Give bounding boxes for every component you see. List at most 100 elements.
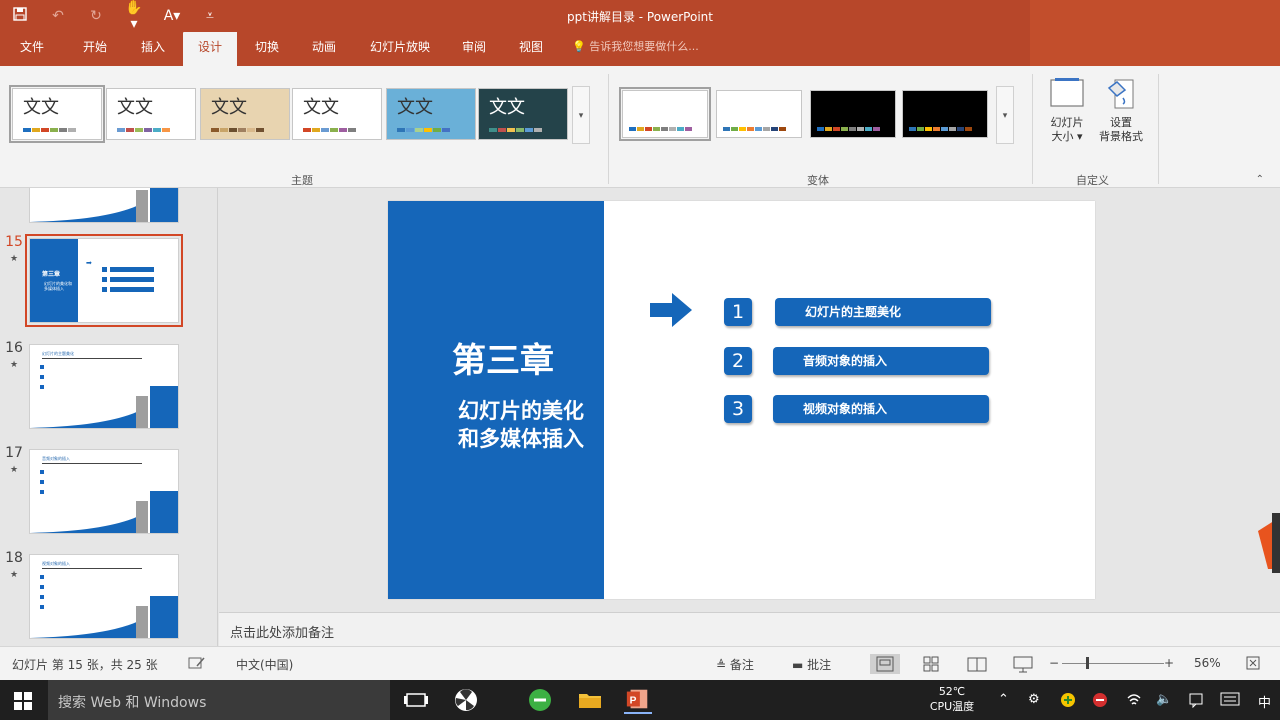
theme-thumbnail-2[interactable]: 文文 xyxy=(106,88,196,140)
variants-more-button[interactable]: ▾ xyxy=(996,86,1014,144)
tab-review[interactable]: 审阅 xyxy=(450,32,498,66)
notes-label: 备注 xyxy=(729,658,754,672)
fit-to-window-icon[interactable] xyxy=(1246,656,1260,673)
status-bar: 幻灯片 第 15 张，共 25 张 中文(中国) ≜ 备注 ▬ 批注 − + 5… xyxy=(0,646,1280,680)
tab-home[interactable]: 开始 xyxy=(70,32,120,66)
thumbnail-agenda-row xyxy=(102,261,158,272)
slide-thumbnail-16[interactable]: 幻灯片的主题美化 xyxy=(29,344,179,429)
language-indicator[interactable]: 中文(中国) xyxy=(236,656,293,673)
theme-thumbnail-1[interactable]: 文文 xyxy=(9,85,105,143)
browser-icon[interactable] xyxy=(526,686,554,714)
tab-insert[interactable]: 插入 xyxy=(128,32,178,66)
format-background-button[interactable]: 设置 背景格式 xyxy=(1096,78,1146,144)
tray-security-icon[interactable] xyxy=(1060,692,1076,712)
floating-assistant-icon[interactable] xyxy=(1250,513,1280,573)
reading-view-icon[interactable] xyxy=(962,654,992,674)
variant-thumbnail-3[interactable] xyxy=(810,90,896,138)
action-center-icon[interactable] xyxy=(1188,692,1204,712)
tab-design[interactable]: 设计 xyxy=(183,32,237,66)
thumbnail-chapter: 第三章 xyxy=(42,271,61,278)
agenda-label: 视频对象的插入 xyxy=(773,395,989,423)
variant-color-bars xyxy=(909,127,972,131)
animation-star-icon: ★ xyxy=(10,465,19,475)
zoom-slider-thumb[interactable] xyxy=(1086,657,1089,669)
theme-thumbnail-3[interactable]: 文文 xyxy=(200,88,290,140)
tray-antivirus-icon[interactable] xyxy=(1092,692,1108,712)
zoom-out-button[interactable]: − xyxy=(1049,656,1059,670)
notes-pane[interactable]: 点击此处添加备注 xyxy=(219,612,1280,646)
collapse-ribbon-icon[interactable]: ⌃ xyxy=(1256,174,1264,185)
theme-thumbnail-label: 文文 xyxy=(117,97,153,118)
powerpoint-icon[interactable]: P xyxy=(624,686,652,714)
themes-more-button[interactable]: ▾ xyxy=(572,86,590,144)
thumbnail-row xyxy=(40,365,44,369)
taskbar-search-placeholder: 搜索 Web 和 Windows xyxy=(58,695,207,711)
zoom-slider-track[interactable] xyxy=(1062,663,1164,664)
slide-editing-area: 第三章 幻灯片的美化和多媒体插入 1 幻灯片的主题美化 2 音频对象的插入 3 … xyxy=(219,188,1280,612)
format-background-label-1: 设置 xyxy=(1110,116,1132,129)
current-slide[interactable]: 第三章 幻灯片的美化和多媒体插入 1 幻灯片的主题美化 2 音频对象的插入 3 … xyxy=(388,201,1095,599)
thumbnail-curve-decoration xyxy=(30,596,178,638)
tab-transitions[interactable]: 切换 xyxy=(242,32,292,66)
comments-label: 批注 xyxy=(807,658,832,672)
tab-view[interactable]: 视图 xyxy=(507,32,555,66)
notes-toggle[interactable]: ≜ 备注 xyxy=(716,656,754,673)
variant-thumbnail-2[interactable] xyxy=(716,90,802,138)
theme-thumbnail-label: 文文 xyxy=(489,97,525,118)
variant-thumbnail-1[interactable] xyxy=(619,87,711,141)
slide-thumbnail-14[interactable] xyxy=(29,188,179,223)
normal-view-icon[interactable] xyxy=(870,654,900,674)
tray-app-icon[interactable]: ⚙ xyxy=(1028,692,1040,707)
theme-thumbnail-4[interactable]: 文文 xyxy=(292,88,382,140)
volume-icon[interactable]: 🔈 xyxy=(1156,692,1172,707)
slideshow-view-icon[interactable] xyxy=(1008,654,1038,674)
slide-thumbnail-15[interactable]: 第三章 幻灯片的美化和多媒体插入 ➡ xyxy=(25,234,183,327)
thumbnail-heading: 幻灯片的主题美化 xyxy=(42,351,142,359)
thumbnail-curve-decoration xyxy=(30,386,178,428)
theme-thumbnail-6[interactable]: 文文 xyxy=(478,88,568,140)
thumbnail-heading: 视频对象的插入 xyxy=(42,561,142,569)
theme-thumbnail-5[interactable]: 文文 xyxy=(386,88,476,140)
group-label-variants: 变体 xyxy=(807,174,829,187)
ribbon-tabs: 文件 开始 插入 设计 切换 动画 幻灯片放映 审阅 视图 💡 告诉我您想要做什… xyxy=(0,32,1280,66)
cpu-temp-value: 52℃ xyxy=(938,685,966,698)
keyboard-icon[interactable] xyxy=(1220,692,1240,710)
title-bar: ↶ ↻ ✋▾ A▾ ⩡ ppt讲解目录 - PowerPoint xyxy=(0,0,1280,66)
thumbnail-heading: 音频对象的插入 xyxy=(42,456,142,464)
tell-me-box[interactable]: 💡 告诉我您想要做什么... xyxy=(572,32,699,66)
show-hidden-icons[interactable]: ⌃ xyxy=(998,692,1009,707)
spell-check-icon[interactable] xyxy=(188,656,206,673)
thumbnail-curve-decoration xyxy=(30,491,178,533)
variant-thumbnail-4[interactable] xyxy=(902,90,988,138)
windows-start-icon[interactable] xyxy=(14,692,32,710)
zoom-level[interactable]: 56% xyxy=(1194,656,1221,670)
comments-toggle[interactable]: ▬ 批注 xyxy=(792,656,831,673)
slide-chapter-title[interactable]: 第三章 xyxy=(452,333,554,382)
slide-thumbnail-pane: 15 ★ 第三章 幻灯片的美化和多媒体插入 ➡ 16 ★ 幻灯片的主题美化 17… xyxy=(0,188,218,646)
file-explorer-icon[interactable] xyxy=(576,686,604,714)
thumbnail-number: 17 xyxy=(5,445,23,461)
thumbnail-agenda-row xyxy=(102,281,158,292)
task-view-icon[interactable] xyxy=(402,686,430,714)
thumbnail-row xyxy=(40,575,44,579)
slide-subtitle[interactable]: 幻灯片的美化和多媒体插入 xyxy=(458,397,590,453)
input-method-indicator[interactable]: 中 xyxy=(1258,692,1271,711)
lightbulb-icon: 💡 xyxy=(572,40,586,53)
group-divider xyxy=(1158,74,1159,184)
tab-slideshow[interactable]: 幻灯片放映 xyxy=(362,32,438,66)
group-divider xyxy=(1032,74,1033,184)
wifi-icon[interactable] xyxy=(1126,692,1142,712)
theme-color-bars xyxy=(211,128,264,132)
thumbnail-subtitle: 幻灯片的美化和多媒体插入 xyxy=(44,281,72,291)
slide-size-button[interactable]: 幻灯片 大小 ▾ xyxy=(1042,78,1092,144)
tab-file[interactable]: 文件 xyxy=(8,32,56,66)
tab-animations[interactable]: 动画 xyxy=(299,32,349,66)
tabs-right-area xyxy=(1030,32,1280,66)
fan-app-icon[interactable] xyxy=(452,686,480,714)
slide-sorter-view-icon[interactable] xyxy=(916,654,946,674)
agenda-number: 2 xyxy=(724,347,752,375)
zoom-in-button[interactable]: + xyxy=(1164,656,1174,670)
slide-thumbnail-18[interactable]: 视频对象的插入 xyxy=(29,554,179,639)
taskbar-search-box[interactable]: 搜索 Web 和 Windows xyxy=(48,680,390,720)
slide-thumbnail-17[interactable]: 音频对象的插入 xyxy=(29,449,179,534)
